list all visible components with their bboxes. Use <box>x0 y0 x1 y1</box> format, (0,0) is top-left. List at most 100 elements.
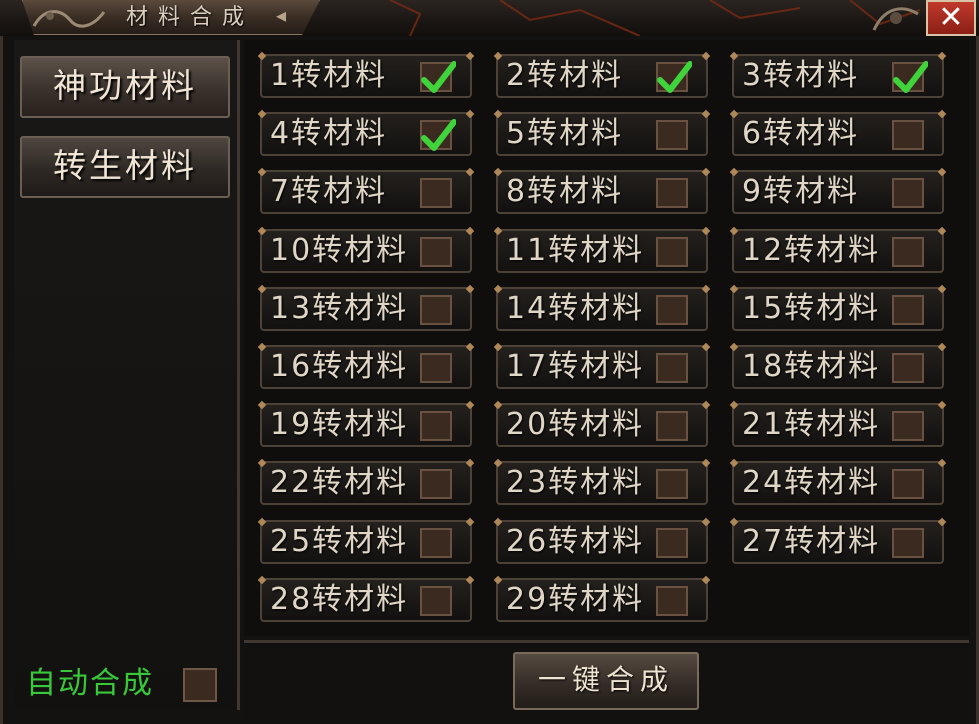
material-cell[interactable]: 2转材料 <box>496 54 708 98</box>
material-cell[interactable]: 4转材料 <box>260 112 472 156</box>
material-cell[interactable]: 28转材料 <box>260 578 472 622</box>
material-cell[interactable]: 8转材料 <box>496 170 708 214</box>
material-checkbox[interactable] <box>892 178 924 208</box>
material-checkbox[interactable] <box>420 61 456 93</box>
material-checkbox[interactable] <box>656 528 688 558</box>
material-checkbox[interactable] <box>420 353 452 383</box>
checkmark-icon <box>421 61 456 93</box>
material-checkbox[interactable] <box>892 528 924 558</box>
material-label: 25转材料 <box>270 524 409 559</box>
material-checkbox[interactable] <box>420 295 452 325</box>
material-checkbox[interactable] <box>420 411 452 441</box>
material-label: 16转材料 <box>270 349 409 384</box>
material-label: 3转材料 <box>742 58 860 93</box>
material-label: 28转材料 <box>270 582 409 617</box>
material-cell[interactable]: 9转材料 <box>732 170 944 214</box>
material-cell[interactable]: 17转材料 <box>496 345 708 389</box>
material-checkbox[interactable] <box>892 237 924 267</box>
material-cell[interactable]: 22转材料 <box>260 461 472 505</box>
auto-combine-label: 自动合成 <box>26 666 154 701</box>
material-cell[interactable]: 16转材料 <box>260 345 472 389</box>
sidebar-item-rebirth-materials[interactable]: 转生材料 <box>20 136 230 198</box>
material-label: 17转材料 <box>506 349 645 384</box>
material-checkbox[interactable] <box>656 469 688 499</box>
right-ornament-icon <box>872 7 919 31</box>
material-cell[interactable]: 25转材料 <box>260 520 472 564</box>
material-label: 12转材料 <box>742 233 881 268</box>
material-checkbox[interactable] <box>420 469 452 499</box>
material-cell[interactable]: 1转材料 <box>260 54 472 98</box>
material-checkbox[interactable] <box>420 528 452 558</box>
material-cell[interactable]: 29转材料 <box>496 578 708 622</box>
material-cell[interactable]: 20转材料 <box>496 403 708 447</box>
material-label: 4转材料 <box>270 116 388 151</box>
material-checkbox[interactable] <box>892 353 924 383</box>
material-cell[interactable]: 15转材料 <box>732 287 944 331</box>
material-label: 26转材料 <box>506 524 645 559</box>
material-label: 7转材料 <box>270 174 388 209</box>
one-click-combine-button[interactable]: 一键合成 <box>513 652 699 710</box>
material-cell[interactable]: 11转材料 <box>496 229 708 273</box>
material-checkbox[interactable] <box>656 120 688 150</box>
material-label: 18转材料 <box>742 349 881 384</box>
material-label: 2转材料 <box>506 58 624 93</box>
material-cell[interactable]: 27转材料 <box>732 520 944 564</box>
material-checkbox[interactable] <box>656 61 692 93</box>
material-label: 1转材料 <box>270 58 388 93</box>
material-label: 20转材料 <box>506 407 645 442</box>
sidebar-item-shengong-materials[interactable]: 神功材料 <box>20 56 230 118</box>
material-cell[interactable]: 18转材料 <box>732 345 944 389</box>
material-checkbox[interactable] <box>420 586 452 616</box>
close-button[interactable]: ✕ <box>926 0 976 36</box>
material-label: 29转材料 <box>506 582 645 617</box>
material-checkbox[interactable] <box>656 411 688 441</box>
material-checkbox[interactable] <box>656 178 688 208</box>
material-checkbox[interactable] <box>420 178 452 208</box>
material-cell[interactable]: 6转材料 <box>732 112 944 156</box>
material-cell[interactable]: 24转材料 <box>732 461 944 505</box>
material-cell[interactable]: 23转材料 <box>496 461 708 505</box>
checkmark-icon <box>421 119 456 151</box>
material-checkbox[interactable] <box>420 237 452 267</box>
material-checkbox[interactable] <box>656 353 688 383</box>
material-cell[interactable]: 10转材料 <box>260 229 472 273</box>
material-cell[interactable]: 19转材料 <box>260 403 472 447</box>
material-label: 9转材料 <box>742 174 860 209</box>
material-label: 15转材料 <box>742 291 881 326</box>
material-label: 22转材料 <box>270 465 409 500</box>
dragon-ornament-icon <box>32 10 106 28</box>
material-cell[interactable]: 14转材料 <box>496 287 708 331</box>
material-checkbox[interactable] <box>656 237 688 267</box>
material-cell[interactable]: 7转材料 <box>260 170 472 214</box>
material-label: 10转材料 <box>270 233 409 268</box>
material-label: 19转材料 <box>270 407 409 442</box>
material-checkbox[interactable] <box>656 586 688 616</box>
material-checkbox[interactable] <box>892 469 924 499</box>
material-label: 23转材料 <box>506 465 645 500</box>
material-cell[interactable]: 13转材料 <box>260 287 472 331</box>
material-checkbox[interactable] <box>656 295 688 325</box>
material-checkbox[interactable] <box>892 411 924 441</box>
close-icon: ✕ <box>938 0 964 35</box>
material-label: 8转材料 <box>506 174 624 209</box>
title-arrow-icon: ◂ <box>276 3 287 27</box>
material-cell[interactable]: 21转材料 <box>732 403 944 447</box>
material-label: 27转材料 <box>742 524 881 559</box>
material-cell[interactable]: 12转材料 <box>732 229 944 273</box>
window-title: 材料合成 <box>126 5 255 30</box>
window-header: 材料合成 ◂ ✕ <box>0 0 979 38</box>
material-cell[interactable]: 26转材料 <box>496 520 708 564</box>
material-cell[interactable]: 3转材料 <box>732 54 944 98</box>
material-label: 24转材料 <box>742 465 881 500</box>
auto-combine-checkbox[interactable] <box>183 668 217 702</box>
material-checkbox[interactable] <box>892 295 924 325</box>
material-label: 21转材料 <box>742 407 881 442</box>
checkmark-icon <box>657 61 692 93</box>
material-cell[interactable]: 5转材料 <box>496 112 708 156</box>
material-checkbox[interactable] <box>892 120 924 150</box>
material-checkbox[interactable] <box>420 119 456 151</box>
material-label: 13转材料 <box>270 291 409 326</box>
material-label: 6转材料 <box>742 116 860 151</box>
material-label: 14转材料 <box>506 291 645 326</box>
material-checkbox[interactable] <box>892 61 928 93</box>
